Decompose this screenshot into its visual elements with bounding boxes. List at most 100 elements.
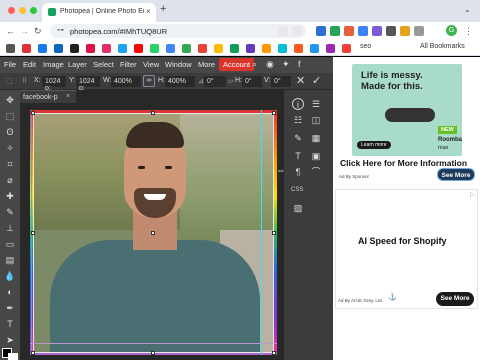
more-menu-icon[interactable]: ⋮ <box>464 26 473 37</box>
menu-file[interactable]: File <box>4 60 16 69</box>
guide-line[interactable] <box>261 110 262 355</box>
layers-panel-icon[interactable]: ◫ <box>310 114 322 126</box>
h-skew-input[interactable]: 0° <box>242 76 262 87</box>
dodge-tool-icon[interactable]: ◐ <box>4 286 16 298</box>
forward-icon[interactable]: → <box>20 26 29 36</box>
bookmark-folder-seo[interactable]: seo <box>360 43 371 50</box>
clone-stamp-tool-icon[interactable]: ⊥ <box>4 222 16 234</box>
transform-handle[interactable] <box>31 351 35 355</box>
extension-icon[interactable] <box>316 26 326 36</box>
commit-transform-icon[interactable]: ✓ <box>312 74 321 87</box>
width-input[interactable]: 400% <box>111 76 141 87</box>
menu-view[interactable]: View <box>143 60 159 69</box>
paragraph-panel-icon[interactable]: ¶ <box>292 166 304 178</box>
minimize-window-button[interactable] <box>19 7 26 14</box>
transform-handle[interactable] <box>272 351 276 355</box>
back-icon[interactable]: ← <box>6 26 15 36</box>
profile-avatar[interactable]: G <box>446 25 457 36</box>
ad-shopify[interactable] <box>335 189 478 309</box>
eraser-tool-icon[interactable]: ▭ <box>4 238 16 250</box>
bookmark-icon[interactable] <box>166 44 175 53</box>
menu-window[interactable]: Window <box>165 60 192 69</box>
paths-panel-icon[interactable]: ⌒ <box>310 166 322 178</box>
bookmark-icon[interactable] <box>134 44 143 53</box>
swatches-panel-icon[interactable]: ▦ <box>310 132 322 144</box>
gradient-tool-icon[interactable]: ▤ <box>4 254 16 266</box>
menu-filter[interactable]: Filter <box>120 60 137 69</box>
ad-learn-more-button[interactable]: Learn more <box>357 141 391 149</box>
extension-icon[interactable] <box>344 26 354 36</box>
twitter-icon[interactable]: ✦ <box>282 59 290 70</box>
bookmark-icon[interactable] <box>230 44 239 53</box>
css-panel-label[interactable]: CSS <box>291 187 303 193</box>
transform-handle[interactable] <box>151 351 155 355</box>
adjust-panel-icon[interactable]: ☰ <box>310 98 322 110</box>
menu-layer[interactable]: Layer <box>68 60 87 69</box>
bookmark-icon[interactable] <box>54 44 63 53</box>
menu-select[interactable]: Select <box>93 60 114 69</box>
bookmark-icon[interactable] <box>262 44 271 53</box>
bookmark-icon[interactable] <box>38 44 47 53</box>
character-panel-icon[interactable]: T <box>292 150 304 162</box>
bookmark-icon[interactable] <box>6 44 15 53</box>
new-tab-button[interactable]: + <box>160 3 166 15</box>
height-input[interactable]: 400% <box>165 76 195 87</box>
extensions-puzzle-icon[interactable] <box>414 26 424 36</box>
tab-close-icon[interactable]: × <box>146 7 151 16</box>
all-bookmarks-button[interactable]: All Bookmarks <box>420 43 465 50</box>
document-tab[interactable]: facebook-p × <box>20 90 76 103</box>
brush-panel-icon[interactable]: ✎ <box>292 132 304 144</box>
ad-see-more-button[interactable]: See More <box>437 168 475 181</box>
y-input[interactable]: 1024 p: <box>76 76 100 92</box>
brush-tool-icon[interactable]: ✎ <box>4 206 16 218</box>
angle-input[interactable]: 0° <box>204 76 226 87</box>
v-skew-input[interactable]: 0° <box>271 76 291 87</box>
extension-icon[interactable] <box>358 26 368 36</box>
address-bar[interactable]: ⊶ photopea.com/#IMhTUQ8UR <box>50 24 306 38</box>
bookmark-icon[interactable] <box>246 44 255 53</box>
bookmark-icon[interactable] <box>102 44 111 53</box>
extension-icon[interactable] <box>400 26 410 36</box>
extension-icon[interactable] <box>330 26 340 36</box>
bookmark-icon[interactable] <box>198 44 207 53</box>
menu-image[interactable]: Image <box>43 60 64 69</box>
bookmark-icon[interactable] <box>70 44 79 53</box>
transform-handle[interactable] <box>151 231 155 235</box>
account-button[interactable]: Account <box>219 58 255 71</box>
eyedropper-tool-icon[interactable]: ⌀ <box>4 174 16 186</box>
crop-tool-icon[interactable]: ⌗ <box>4 158 16 170</box>
tab-search-icon[interactable]: ⌄ <box>464 5 471 14</box>
bookmark-icon[interactable] <box>326 44 335 53</box>
move-tool-icon[interactable]: ✥ <box>4 94 16 106</box>
maximize-window-button[interactable] <box>30 7 37 14</box>
type-tool-icon[interactable]: T <box>4 318 16 330</box>
bookmark-icon[interactable] <box>118 44 127 53</box>
bookmark-icon[interactable] <box>214 44 223 53</box>
properties-panel-icon[interactable]: ☷ <box>292 114 304 126</box>
cast-icon[interactable] <box>278 26 288 36</box>
reddit-icon[interactable]: ◉ <box>266 59 274 70</box>
transform-handle[interactable] <box>272 231 276 235</box>
magic-wand-tool-icon[interactable]: ✧ <box>4 142 16 154</box>
ad-choices-icon[interactable]: ▷ <box>470 191 475 198</box>
bookmark-icon[interactable] <box>86 44 95 53</box>
x-input[interactable]: 1024 p: <box>42 76 66 92</box>
link-dimensions-icon[interactable]: ∞ <box>143 75 155 87</box>
menu-more[interactable]: More <box>198 60 215 69</box>
move-icon[interactable]: ⬚ <box>6 77 13 85</box>
channels-panel-icon[interactable]: ▣ <box>310 150 322 162</box>
search-icon[interactable]: ⌕ <box>252 59 257 70</box>
marquee-tool-icon[interactable]: ⬚ <box>4 110 16 122</box>
bookmark-icon[interactable] <box>22 44 31 53</box>
ad-see-more-button[interactable]: See More <box>436 292 474 306</box>
bookmark-icon[interactable] <box>182 44 191 53</box>
transform-handle[interactable] <box>31 231 35 235</box>
guide-line[interactable] <box>30 343 277 344</box>
transform-handle[interactable] <box>31 111 35 115</box>
browser-tab-photopea[interactable]: Photopea | Online Photo Edi × <box>42 3 156 22</box>
transform-handle[interactable] <box>272 111 276 115</box>
path-select-tool-icon[interactable]: ➤ <box>4 334 16 346</box>
image-panel-icon[interactable]: ▨ <box>292 202 304 214</box>
site-info-icon[interactable]: ⊶ <box>57 26 64 34</box>
facebook-icon[interactable]: f <box>298 59 301 69</box>
